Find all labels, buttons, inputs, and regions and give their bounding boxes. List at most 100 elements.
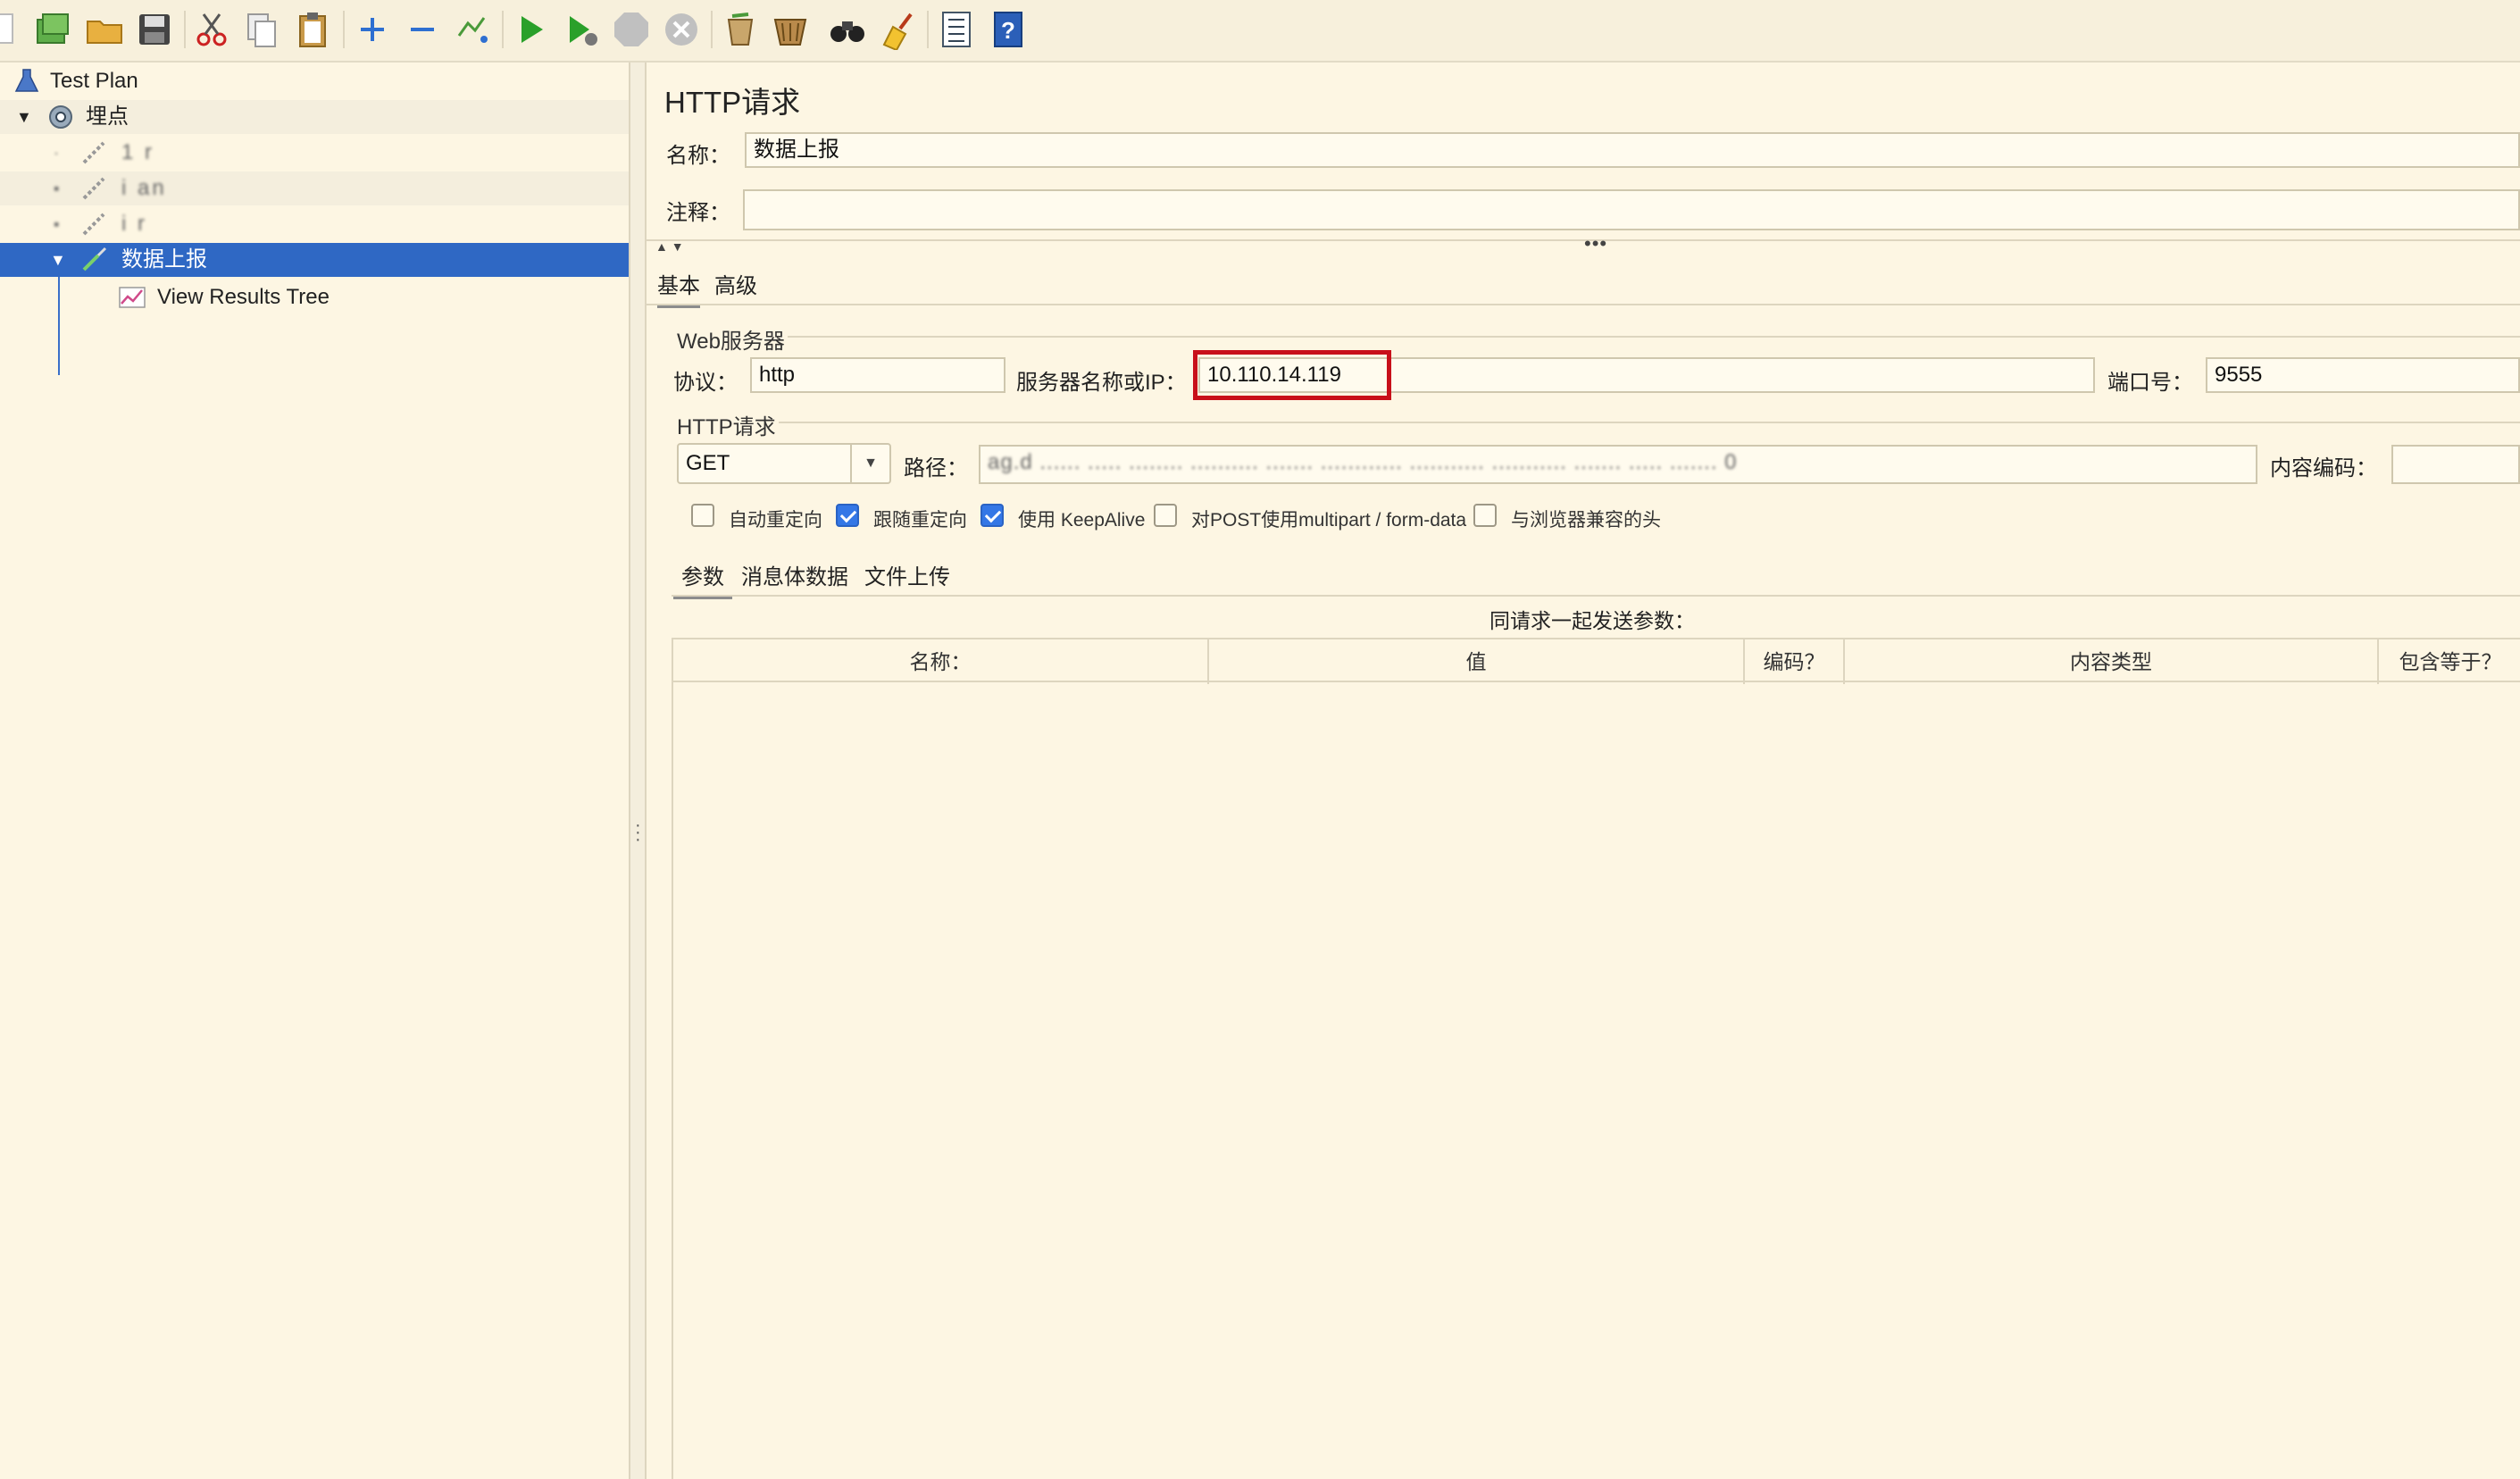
toolbar: ? — [0, 0, 2520, 63]
server-label: 服务器名称或IP： — [1016, 371, 1187, 395]
highlight-annotation — [1193, 350, 1391, 400]
flask-icon — [13, 68, 41, 95]
search-icon[interactable] — [827, 9, 868, 50]
split-arrows-icon[interactable]: ▲ ▼ — [655, 239, 684, 254]
tree-item-view-results-tree[interactable]: View Results Tree — [0, 280, 629, 314]
browser-headers-label: 与浏览器兼容的头 — [1511, 510, 1661, 531]
method-value: GET — [686, 451, 730, 475]
multipart-checkbox[interactable] — [1154, 504, 1177, 527]
shutdown-icon[interactable] — [661, 9, 702, 50]
method-select[interactable]: GET ▼ — [677, 443, 891, 484]
group-line — [779, 422, 2520, 423]
name-field[interactable]: 数据上报 — [745, 132, 2520, 168]
gear-icon — [46, 104, 75, 130]
tree-connector: ▪ — [54, 180, 63, 197]
collapse-arrow-icon[interactable]: ▼ — [16, 100, 32, 134]
pane-splitter[interactable]: · · · — [630, 63, 647, 1479]
pipette-icon — [80, 246, 109, 273]
tab-parameters[interactable]: 参数 — [673, 559, 732, 599]
start-no-pause-icon[interactable] — [561, 9, 602, 50]
http-request-panel: HTTP请求 名称： 数据上报 注释： ▲ ▼ ••• 基本 高级 Web服务器… — [647, 63, 2520, 1479]
divider — [647, 239, 2520, 241]
port-label: 端口号： — [2107, 371, 2193, 395]
tree-item-sampler[interactable]: ▪ i an — [0, 171, 629, 205]
tree-label: Test Plan — [50, 69, 138, 93]
tab-file-upload[interactable]: 文件上传 — [864, 559, 950, 590]
toggle-icon[interactable] — [452, 9, 493, 50]
protocol-label: 协议： — [673, 371, 738, 395]
name-label: 名称： — [666, 144, 730, 168]
params-caption: 同请求一起发送参数： — [1489, 609, 1695, 632]
tab-body-data[interactable]: 消息体数据 — [741, 559, 848, 590]
keepalive-label: 使用 KeepAlive — [1018, 510, 1146, 531]
tab-divider — [672, 595, 2520, 597]
cut-icon[interactable] — [191, 9, 232, 50]
tree-label: 1 r — [121, 140, 155, 164]
tab-advanced[interactable]: 高级 — [714, 268, 757, 299]
column-header-include-equals[interactable]: 包含等于？ — [2379, 639, 2520, 684]
column-header-value[interactable]: 值 — [1209, 639, 1745, 684]
clear-all-icon[interactable] — [770, 9, 811, 50]
tree-item-data-report[interactable]: ▼ 数据上报 — [0, 243, 629, 277]
help-icon[interactable]: ? — [988, 9, 1029, 50]
save-icon[interactable] — [134, 9, 175, 50]
tree-item-sampler[interactable]: ▪ i r — [0, 207, 629, 241]
function-helper-icon[interactable] — [936, 9, 977, 50]
svg-text:?: ? — [1001, 17, 1015, 44]
follow-redirect-checkbox[interactable] — [836, 504, 859, 527]
tree-label: i an — [121, 176, 167, 200]
collapse-arrow-icon[interactable]: ▼ — [50, 243, 66, 277]
tree-label: i r — [121, 212, 147, 236]
column-header-name[interactable]: 名称： — [673, 639, 1209, 684]
tree-label: 埋点 — [86, 104, 129, 129]
tree-item-sampler[interactable]: · 1 r — [0, 136, 629, 170]
chevron-down-icon[interactable]: ▼ — [850, 445, 889, 482]
pipette-icon — [80, 139, 109, 166]
copy-icon[interactable] — [241, 9, 282, 50]
pipette-icon — [80, 175, 109, 202]
column-header-encode[interactable]: 编码？ — [1745, 639, 1845, 684]
auto-redirect-checkbox[interactable] — [691, 504, 714, 527]
chart-icon — [118, 284, 146, 311]
multipart-label: 对POST使用multipart / form-data — [1191, 510, 1467, 531]
test-plan-tree: Test Plan ▼ 埋点 · 1 r ▪ i an ▪ i r ▼ 数据上报 — [0, 63, 630, 1479]
keepalive-checkbox[interactable] — [980, 504, 1004, 527]
tree-item-thread-group[interactable]: ▼ 埋点 — [0, 100, 629, 134]
web-server-group-title: Web服务器 — [677, 330, 785, 354]
expand-icon[interactable] — [352, 9, 393, 50]
stop-icon[interactable] — [611, 9, 652, 50]
clear-icon[interactable] — [720, 9, 761, 50]
collapse-icon[interactable] — [402, 9, 443, 50]
path-label: 路径： — [904, 456, 968, 480]
auto-redirect-label: 自动重定向 — [729, 510, 822, 531]
column-header-content-type[interactable]: 内容类型 — [1845, 639, 2379, 684]
comment-label: 注释： — [666, 201, 730, 225]
pipette-icon — [80, 211, 109, 238]
tree-label: View Results Tree — [157, 285, 330, 309]
reset-search-icon[interactable] — [877, 9, 918, 50]
splitter-grip-icon[interactable]: · · · — [635, 816, 641, 848]
start-icon[interactable] — [511, 9, 552, 50]
follow-redirect-label: 跟随重定向 — [873, 510, 967, 531]
tree-label: 数据上报 — [121, 247, 207, 272]
content-encoding-field[interactable] — [2391, 445, 2520, 484]
tab-divider — [647, 304, 2520, 305]
tree-item-test-plan[interactable]: Test Plan — [0, 64, 629, 98]
browser-headers-checkbox[interactable] — [1473, 504, 1497, 527]
more-icon[interactable]: ••• — [1584, 232, 1607, 255]
tree-connector: · — [54, 144, 62, 162]
tab-basic[interactable]: 基本 — [657, 268, 700, 308]
params-table[interactable]: 名称： 值 编码？ 内容类型 包含等于？ — [672, 638, 2520, 1479]
new-icon[interactable] — [0, 9, 23, 50]
protocol-field[interactable]: http — [750, 357, 1005, 393]
table-header-row: 名称： 值 编码？ 内容类型 包含等于？ — [673, 638, 2520, 684]
comment-field[interactable] — [743, 189, 2520, 230]
open-icon[interactable] — [84, 9, 125, 50]
port-field[interactable]: 9555 — [2206, 357, 2520, 393]
path-value: ag.d ...... ..... ........ .......... ..… — [988, 450, 1738, 474]
path-field[interactable]: ag.d ...... ..... ........ .......... ..… — [979, 445, 2257, 484]
paste-icon[interactable] — [293, 9, 334, 50]
tree-connector: ▪ — [54, 215, 63, 233]
templates-icon[interactable] — [32, 9, 73, 50]
http-request-group-title: HTTP请求 — [677, 415, 776, 439]
